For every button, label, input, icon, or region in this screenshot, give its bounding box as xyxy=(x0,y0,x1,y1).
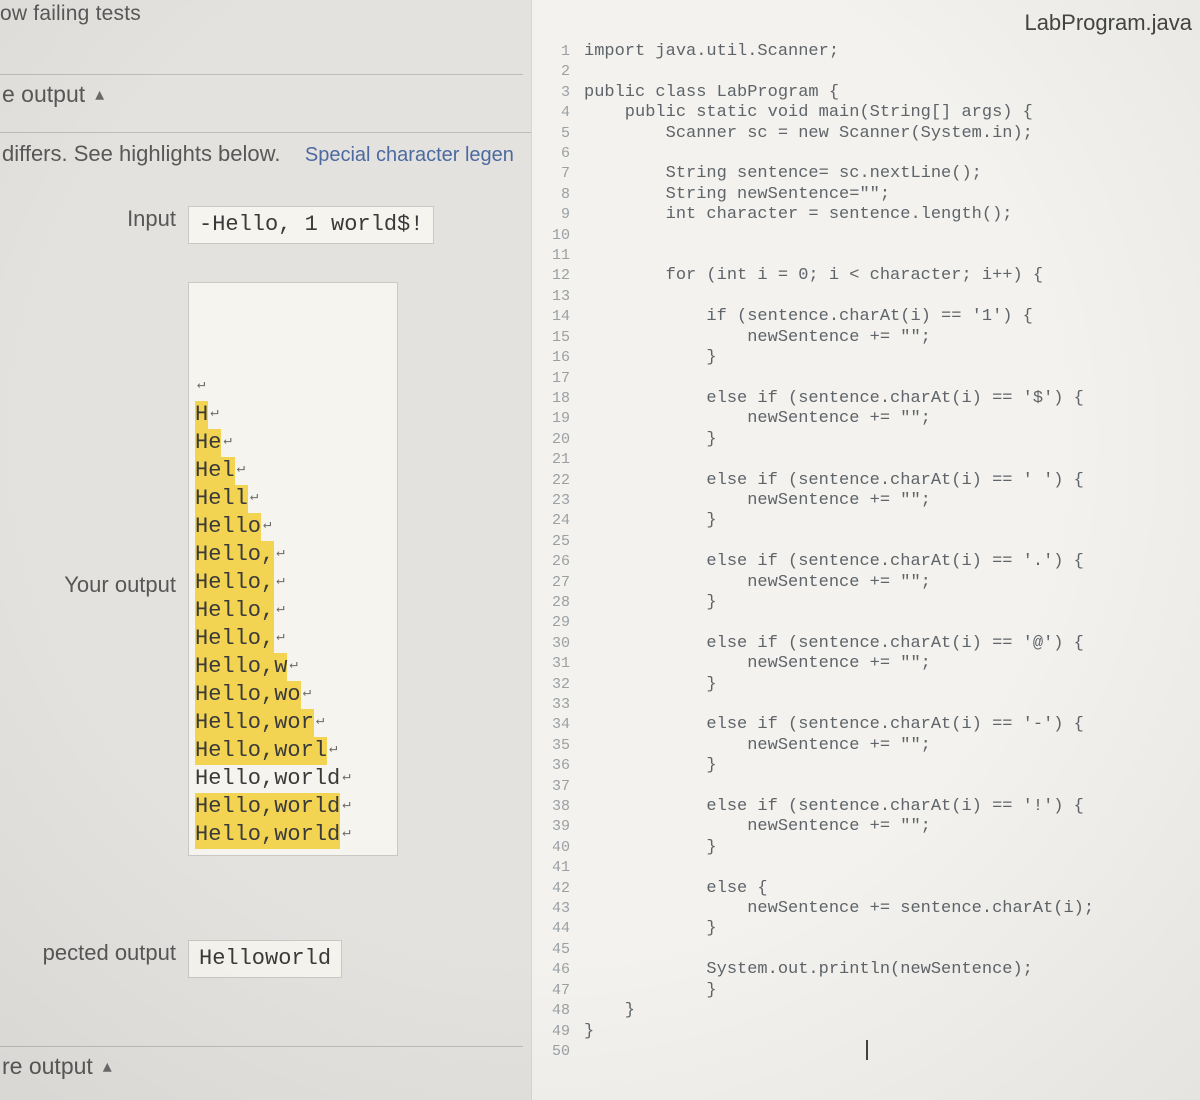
return-icon: ↵ xyxy=(197,371,205,399)
text-cursor xyxy=(866,1040,868,1060)
output-line: Hello,↵ xyxy=(195,625,385,653)
output-line: Hel↵ xyxy=(195,457,385,485)
return-icon: ↵ xyxy=(223,427,231,455)
output-line: Hello,world↵ xyxy=(195,793,385,821)
return-icon: ↵ xyxy=(289,651,297,679)
return-icon: ↵ xyxy=(237,455,245,483)
return-icon: ↵ xyxy=(342,763,350,791)
output-line: Hello,world↵ xyxy=(195,821,385,849)
return-icon: ↵ xyxy=(342,819,350,847)
return-icon: ↵ xyxy=(276,595,284,623)
output-line: Hello,wo↵ xyxy=(195,681,385,709)
return-icon: ↵ xyxy=(276,623,284,651)
return-icon: ↵ xyxy=(250,483,258,511)
file-title: LabProgram.java xyxy=(1024,10,1192,36)
return-icon: ↵ xyxy=(303,679,311,707)
output-line: Hello,↵ xyxy=(195,597,385,625)
top-cutoff-text: ow failing tests xyxy=(0,2,141,26)
your-output-box: ↵H↵He↵Hel↵Hell↵Hello↵Hello,↵Hello,↵Hello… xyxy=(188,282,398,856)
output-line: Hello,↵ xyxy=(195,569,385,597)
test-results-pane: ow failing tests e output ▴ differs. See… xyxy=(0,0,532,1100)
return-icon: ↵ xyxy=(316,707,324,735)
output-line: Hello,worl↵ xyxy=(195,737,385,765)
section-compare-output[interactable]: re output ▴ xyxy=(0,1046,523,1086)
code-editor-pane: LabProgram.java 1 2 3 4 5 6 7 8 9 10 11 … xyxy=(532,0,1200,1100)
code-text[interactable]: import java.util.Scanner; public class L… xyxy=(580,42,1200,1100)
output-line: He↵ xyxy=(195,429,385,457)
screen: ow failing tests e output ▴ differs. See… xyxy=(0,0,1200,1100)
return-icon: ↵ xyxy=(342,791,350,819)
output-line: ↵ xyxy=(195,373,385,401)
return-icon: ↵ xyxy=(276,539,284,567)
expected-output-box: Helloworld xyxy=(188,940,342,978)
output-line: Hello↵ xyxy=(195,513,385,541)
input-label: Input xyxy=(66,206,176,232)
chevron-up-icon: ▴ xyxy=(95,84,104,105)
output-line: Hello,world↵ xyxy=(195,765,385,793)
input-value-box: -Hello, 1 world$! xyxy=(188,206,434,244)
differs-row: differs. See highlights below. Special c… xyxy=(0,132,531,167)
return-icon: ↵ xyxy=(276,567,284,595)
section-e-output[interactable]: e output ▴ xyxy=(0,74,523,114)
section-label: re output xyxy=(2,1053,93,1080)
output-line: Hello,wor↵ xyxy=(195,709,385,737)
output-line: H↵ xyxy=(195,401,385,429)
code-area[interactable]: 1 2 3 4 5 6 7 8 9 10 11 12 13 14 15 16 1… xyxy=(532,42,1200,1100)
input-row: Input -Hello, 1 world$! xyxy=(66,206,434,244)
section-label: e output xyxy=(2,81,85,108)
return-icon: ↵ xyxy=(263,511,271,539)
differs-text: differs. See highlights below. xyxy=(2,141,280,166)
special-char-legend-link[interactable]: Special character legen xyxy=(305,144,514,166)
your-output-label: Your output xyxy=(0,572,176,598)
expected-output-label: pected output xyxy=(0,940,176,966)
output-line: Hell↵ xyxy=(195,485,385,513)
output-line: Hello,↵ xyxy=(195,541,385,569)
chevron-up-icon: ▴ xyxy=(103,1056,112,1077)
return-icon: ↵ xyxy=(329,735,337,763)
return-icon: ↵ xyxy=(210,399,218,427)
your-output-row: Your output ↵H↵He↵Hel↵Hell↵Hello↵Hello,↵… xyxy=(0,282,398,856)
output-line: Hello,w↵ xyxy=(195,653,385,681)
line-number-gutter: 1 2 3 4 5 6 7 8 9 10 11 12 13 14 15 16 1… xyxy=(532,42,580,1100)
expected-output-row: pected output Helloworld xyxy=(0,940,342,978)
